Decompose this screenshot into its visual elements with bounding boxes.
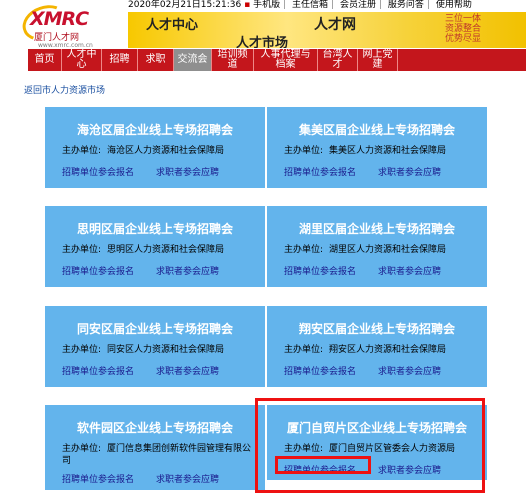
card-title[interactable]: 软件园区企业线上专场招聘会 bbox=[45, 419, 265, 436]
logo-word: XMRC bbox=[30, 8, 89, 30]
nav-talent-center[interactable]: 人才中心 bbox=[62, 49, 102, 71]
nav-home[interactable]: 首页 bbox=[28, 49, 62, 71]
job-fair-card-software-park: 软件园区企业线上专场招聘会 主办单位: 厦门信息集团创新软件园管理有限公司 招聘单… bbox=[45, 405, 265, 490]
card-organizer: 主办单位: 翔安区人力资源和社会保障局 bbox=[284, 344, 479, 356]
seeker-apply-link[interactable]: 求职者参会应聘 bbox=[378, 367, 441, 377]
nav-training[interactable]: 培训频道 bbox=[212, 49, 254, 71]
card-organizer: 主办单位: 湖里区人力资源和社会保障局 bbox=[284, 244, 479, 256]
site-logo[interactable]: XMRC 厦门人才网 www.xmrc.com.cn bbox=[17, 0, 122, 49]
slogan-line: 三位一体 bbox=[444, 14, 481, 24]
banner-talent-network: 人才网 bbox=[314, 17, 356, 33]
job-fair-card-haicang: 海沧区届企业线上专场招聘会 主办单位: 海沧区人力资源和社会保障局 招聘单位参会报… bbox=[45, 107, 265, 188]
seeker-apply-link[interactable]: 求职者参会应聘 bbox=[378, 168, 441, 178]
card-title[interactable]: 集美区届企业线上专场招聘会 bbox=[267, 121, 487, 138]
current-datetime: 2020年02月21日15:21:36 bbox=[128, 0, 242, 10]
organizer-label: 主办单位: bbox=[284, 345, 324, 355]
card-organizer: 主办单位: 海沧区人力资源和社会保障局 bbox=[62, 145, 257, 157]
organizer-label: 主办单位: bbox=[62, 345, 102, 355]
page: XMRC 厦门人才网 www.xmrc.com.cn 2020年02月21日15… bbox=[0, 0, 526, 501]
top-link-register[interactable]: 会员注册 bbox=[340, 0, 376, 10]
employer-register-link[interactable]: 招聘单位参会报名 bbox=[62, 168, 134, 178]
banner-talent-market: 人才市场 bbox=[236, 36, 289, 48]
employer-register-link[interactable]: 招聘单位参会报名 bbox=[62, 475, 134, 485]
employer-register-link[interactable]: 招聘单位参会报名 bbox=[62, 367, 134, 377]
organizer-value: 集美区人力资源和社会保障局 bbox=[329, 146, 447, 156]
top-link-mobile[interactable]: 手机版 bbox=[253, 0, 280, 10]
card-title[interactable]: 湖里区届企业线上专场招聘会 bbox=[267, 220, 487, 237]
nav-job-fair[interactable]: 交流会 bbox=[174, 49, 212, 71]
header-banner: 人才中心 人才市场 人才网 三位一体 资源整合 优势尽显 bbox=[128, 12, 526, 48]
card-title[interactable]: 翔安区届企业线上专场招聘会 bbox=[267, 320, 487, 337]
back-link[interactable]: 返回市人力资源市场 bbox=[24, 83, 105, 96]
employer-register-link[interactable]: 招聘单位参会报名 bbox=[284, 367, 356, 377]
main-nav: 首页 人才中心 招聘 求职 交流会 培训频道 人事代理与档案 台湾人才 网上党建 bbox=[28, 49, 526, 71]
job-fair-card-huli: 湖里区届企业线上专场招聘会 主办单位: 湖里区人力资源和社会保障局 招聘单位参会报… bbox=[267, 206, 487, 287]
banner-talent-center: 人才中心 bbox=[146, 18, 199, 33]
job-fair-card-jimei: 集美区届企业线上专场招聘会 主办单位: 集美区人力资源和社会保障局 招聘单位参会报… bbox=[267, 107, 487, 188]
job-fair-card-tongan: 同安区届企业线上专场招聘会 主办单位: 同安区人力资源和社会保障局 招聘单位参会报… bbox=[45, 306, 265, 387]
phone-icon: ▪ bbox=[244, 0, 251, 10]
logo-url: www.xmrc.com.cn bbox=[38, 42, 93, 49]
organizer-value: 湖里区人力资源和社会保障局 bbox=[329, 245, 447, 255]
card-title[interactable]: 海沧区届企业线上专场招聘会 bbox=[45, 121, 265, 138]
organizer-label: 主办单位: bbox=[284, 146, 324, 156]
seeker-apply-link[interactable]: 求职者参会应聘 bbox=[156, 267, 219, 277]
organizer-value: 思明区人力资源和社会保障局 bbox=[107, 245, 225, 255]
card-organizer: 主办单位: 厦门信息集团创新软件园管理有限公司 bbox=[62, 443, 257, 467]
slogan-line: 优势尽显 bbox=[444, 34, 481, 44]
card-organizer: 主办单位: 思明区人力资源和社会保障局 bbox=[62, 244, 257, 256]
card-organizer: 主办单位: 集美区人力资源和社会保障局 bbox=[284, 145, 479, 157]
seeker-apply-link[interactable]: 求职者参会应聘 bbox=[156, 367, 219, 377]
highlight-box-card bbox=[255, 398, 485, 493]
nav-recruit[interactable]: 招聘 bbox=[102, 49, 138, 71]
banner-slogan: 三位一体 资源整合 优势尽显 bbox=[428, 14, 498, 44]
nav-party-building[interactable]: 网上党建 bbox=[358, 49, 398, 71]
top-bar: 2020年02月21日15:21:36 ▪ 手机版 | 主任信箱 | 会员注册 | 服… bbox=[128, 0, 472, 10]
top-link-help[interactable]: 使用帮助 bbox=[436, 0, 472, 10]
slogan-line: 资源整合 bbox=[444, 24, 481, 34]
organizer-label: 主办单位: bbox=[284, 245, 324, 255]
top-link-director-mailbox[interactable]: 主任信箱 bbox=[292, 0, 328, 10]
employer-register-link[interactable]: 招聘单位参会报名 bbox=[284, 267, 356, 277]
card-organizer: 主办单位: 同安区人力资源和社会保障局 bbox=[62, 344, 257, 356]
organizer-value: 同安区人力资源和社会保障局 bbox=[107, 345, 225, 355]
seeker-apply-link[interactable]: 求职者参会应聘 bbox=[378, 267, 441, 277]
top-link-faq[interactable]: 服务问答 bbox=[388, 0, 424, 10]
card-title[interactable]: 思明区届企业线上专场招聘会 bbox=[45, 220, 265, 237]
card-title[interactable]: 同安区届企业线上专场招聘会 bbox=[45, 320, 265, 337]
highlight-box-employer-link bbox=[275, 456, 371, 474]
organizer-label: 主办单位: bbox=[62, 146, 102, 156]
organizer-label: 主办单位: bbox=[62, 444, 102, 454]
nav-personnel-agency[interactable]: 人事代理与档案 bbox=[254, 49, 318, 71]
nav-taiwan-talent[interactable]: 台湾人才 bbox=[318, 49, 358, 71]
seeker-apply-link[interactable]: 求职者参会应聘 bbox=[156, 168, 219, 178]
employer-register-link[interactable]: 招聘单位参会报名 bbox=[62, 267, 134, 277]
organizer-value: 海沧区人力资源和社会保障局 bbox=[107, 146, 225, 156]
organizer-value: 翔安区人力资源和社会保障局 bbox=[329, 345, 447, 355]
organizer-label: 主办单位: bbox=[62, 245, 102, 255]
employer-register-link[interactable]: 招聘单位参会报名 bbox=[284, 168, 356, 178]
job-fair-card-siming: 思明区届企业线上专场招聘会 主办单位: 思明区人力资源和社会保障局 招聘单位参会报… bbox=[45, 206, 265, 287]
seeker-apply-link[interactable]: 求职者参会应聘 bbox=[156, 475, 219, 485]
nav-job-seek[interactable]: 求职 bbox=[138, 49, 174, 71]
job-fair-card-xiangan: 翔安区届企业线上专场招聘会 主办单位: 翔安区人力资源和社会保障局 招聘单位参会报… bbox=[267, 306, 487, 387]
